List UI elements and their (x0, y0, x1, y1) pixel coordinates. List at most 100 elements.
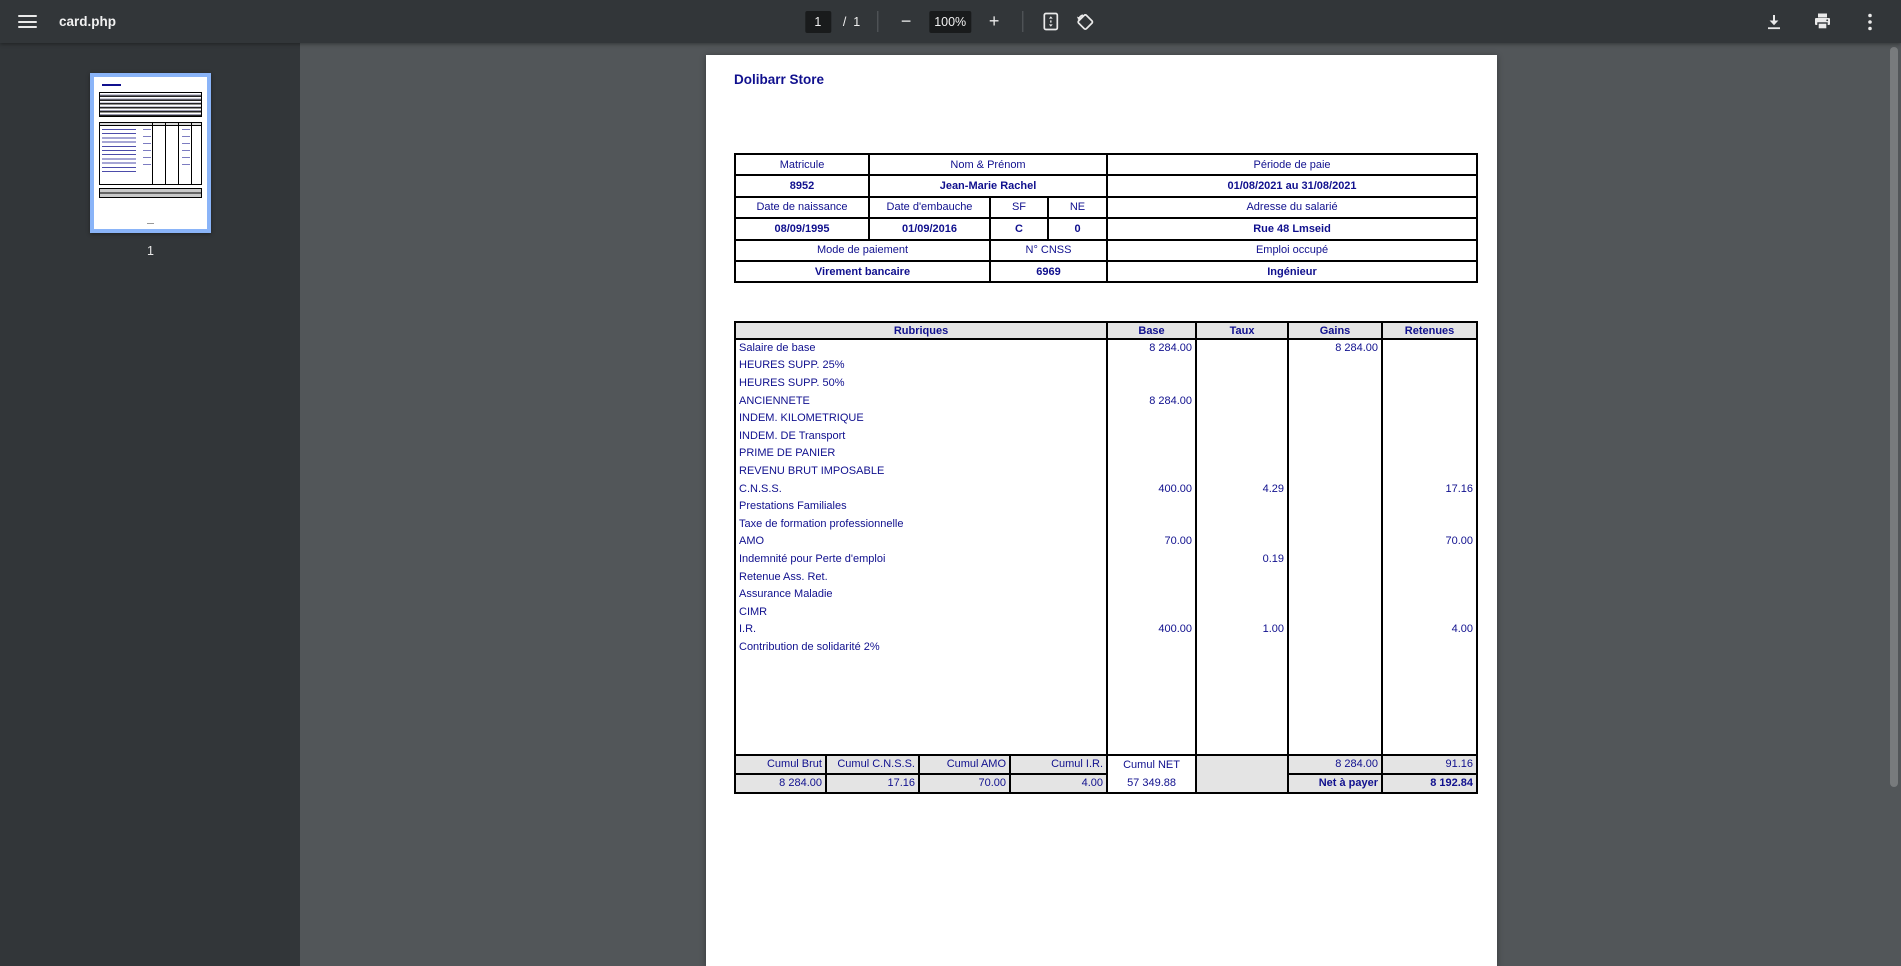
rubrique-label: Salaire de base (735, 339, 1107, 357)
base-value (1107, 638, 1196, 656)
table-row: C.N.S.S. 400.00 4.29 17.16 (735, 480, 1477, 498)
zoom-out-button[interactable]: − (895, 10, 917, 34)
base-value: 70.00 (1107, 533, 1196, 551)
table-row: Date de naissance Date d'embauche SF NE … (735, 197, 1477, 218)
gains-value (1288, 445, 1382, 463)
base-value (1107, 585, 1196, 603)
table-row: REVENU BRUT IMPOSABLE (735, 462, 1477, 480)
rotate-icon[interactable] (1074, 10, 1096, 34)
net-a-payer-label: Net à payer (1288, 774, 1382, 793)
cumul-amo-label: Cumul AMO (919, 755, 1010, 774)
rubrique-label: PRIME DE PANIER (735, 445, 1107, 463)
table-row: 8952 Jean-Marie Rachel 01/08/2021 au 31/… (735, 175, 1477, 196)
kebab-menu-icon[interactable] (1859, 10, 1881, 34)
taux-value (1196, 568, 1288, 586)
zoom-in-button[interactable]: + (983, 10, 1005, 34)
retenues-value (1382, 462, 1477, 480)
table-row: Salaire de base 8 284.00 8 284.00 (735, 339, 1477, 357)
gains-value (1288, 621, 1382, 639)
cumul-ir-label: Cumul I.R. (1010, 755, 1107, 774)
retenues-value (1382, 445, 1477, 463)
print-icon[interactable] (1811, 10, 1833, 34)
gains-value (1288, 568, 1382, 586)
gains-value: 8 284.00 (1288, 339, 1382, 357)
col-header-base: Base (1107, 322, 1196, 339)
zoom-level-display[interactable]: 100% (929, 11, 971, 33)
payroll-table: Rubriques Base Taux Gains Retenues Salai… (734, 321, 1478, 794)
table-row: Taxe de formation professionnelle (735, 515, 1477, 533)
retenues-value (1382, 515, 1477, 533)
cumul-header-row: Cumul Brut Cumul C.N.S.S. Cumul AMO Cumu… (735, 755, 1477, 774)
taux-value (1196, 409, 1288, 427)
gains-value (1288, 515, 1382, 533)
rubrique-label: INDEM. KILOMETRIQUE (735, 409, 1107, 427)
rubrique-label: Assurance Maladie (735, 585, 1107, 603)
gains-value (1288, 462, 1382, 480)
toolbar-divider (877, 11, 878, 32)
fit-to-page-icon[interactable] (1040, 10, 1062, 34)
table-row: PRIME DE PANIER (735, 445, 1477, 463)
page-number-input[interactable] (805, 11, 831, 33)
table-row: HEURES SUPP. 50% (735, 374, 1477, 392)
download-icon[interactable] (1763, 10, 1785, 34)
net-a-payer-value: 8 192.84 (1382, 774, 1477, 793)
base-value (1107, 427, 1196, 445)
rubrique-label: INDEM. DE Transport (735, 427, 1107, 445)
retenues-value (1382, 585, 1477, 603)
vertical-scrollbar[interactable] (1890, 47, 1898, 787)
table-row: ANCIENNETE 8 284.00 (735, 392, 1477, 410)
pdf-viewer-toolbar: card.php / 1 − 100% + (0, 0, 1901, 43)
base-value: 8 284.00 (1107, 339, 1196, 357)
cumul-cnss-label: Cumul C.N.S.S. (826, 755, 919, 774)
taux-value (1196, 427, 1288, 445)
rubrique-label: C.N.S.S. (735, 480, 1107, 498)
table-row: INDEM. DE Transport (735, 427, 1477, 445)
taux-value (1196, 462, 1288, 480)
payroll-body: Salaire de base 8 284.00 8 284.00 HEURES… (735, 339, 1477, 656)
pdf-page: Dolibarr Store Matricule Nom & Prénom Pé… (706, 55, 1497, 966)
thumb-info-table (99, 92, 202, 117)
company-name: Dolibarr Store (734, 72, 824, 87)
cumul-amo-value: 70.00 (919, 774, 1010, 793)
pdf-content-area[interactable]: Dolibarr Store Matricule Nom & Prénom Pé… (300, 43, 1901, 966)
retenues-value (1382, 638, 1477, 656)
taux-value (1196, 392, 1288, 410)
retenues-value (1382, 357, 1477, 375)
thumbnail-page-number: 1 (90, 244, 211, 258)
toolbar-right (1763, 10, 1901, 34)
table-row: Mode de paiement N° CNSS Emploi occupé (735, 240, 1477, 261)
taux-value: 0.19 (1196, 550, 1288, 568)
taux-value (1196, 638, 1288, 656)
document-title: card.php (59, 14, 116, 29)
rubrique-label: REVENU BRUT IMPOSABLE (735, 462, 1107, 480)
table-row: 08/09/1995 01/09/2016 C 0 Rue 48 Lmseid (735, 218, 1477, 239)
taux-value (1196, 357, 1288, 375)
hamburger-icon[interactable] (18, 15, 37, 28)
rubrique-label: ANCIENNETE (735, 392, 1107, 410)
base-value (1107, 515, 1196, 533)
gains-value (1288, 480, 1382, 498)
gains-value (1288, 638, 1382, 656)
taux-value (1196, 497, 1288, 515)
rubrique-label: Retenue Ass. Ret. (735, 568, 1107, 586)
toolbar-divider (1022, 11, 1023, 32)
retenues-value (1382, 374, 1477, 392)
thumb-footer-rows (99, 188, 202, 198)
retenues-value (1382, 568, 1477, 586)
gains-value (1288, 427, 1382, 445)
base-value (1107, 374, 1196, 392)
cumul-cnss-value: 17.16 (826, 774, 919, 793)
page-thumbnail[interactable] (90, 73, 211, 233)
taux-value (1196, 374, 1288, 392)
cumul-brut-value: 8 284.00 (735, 774, 826, 793)
table-row: Prestations Familiales (735, 497, 1477, 515)
gains-value (1288, 550, 1382, 568)
base-value (1107, 497, 1196, 515)
col-header-retenues: Retenues (1382, 322, 1477, 339)
cumul-gains-value: 8 284.00 (1288, 755, 1382, 774)
gains-value (1288, 603, 1382, 621)
table-row: HEURES SUPP. 25% (735, 357, 1477, 375)
retenues-value (1382, 497, 1477, 515)
rubrique-label: Taxe de formation professionnelle (735, 515, 1107, 533)
taux-value: 4.29 (1196, 480, 1288, 498)
